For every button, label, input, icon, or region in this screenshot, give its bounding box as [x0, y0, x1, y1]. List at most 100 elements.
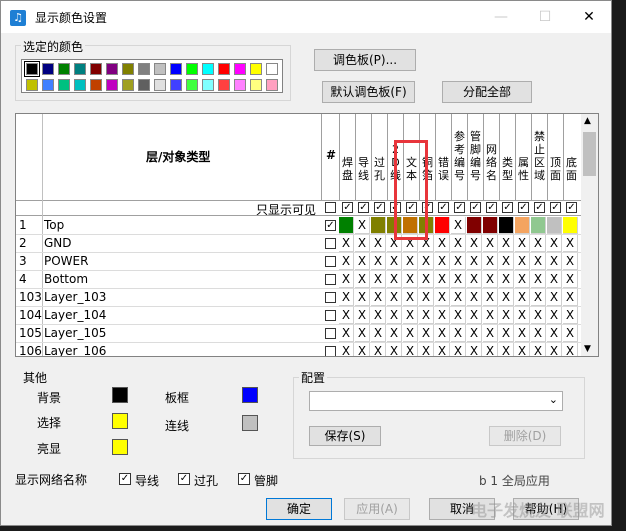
color-cell[interactable]: X	[435, 343, 450, 356]
palette-swatch[interactable]	[74, 79, 86, 91]
palette-swatch[interactable]	[250, 79, 262, 91]
color-cell[interactable]: X	[435, 307, 450, 324]
color-cell[interactable]: X	[483, 235, 498, 252]
color-cell[interactable]: X	[355, 235, 370, 252]
color-cell[interactable]: X	[467, 271, 482, 288]
assign-all-button[interactable]: 分配全部	[442, 81, 532, 103]
vertical-scrollbar[interactable]: ▲ ▼	[581, 114, 598, 356]
visible-only-checkbox[interactable]	[325, 202, 336, 213]
color-cell[interactable]: X	[435, 253, 450, 270]
color-cell[interactable]: X	[371, 235, 386, 252]
palette-swatch[interactable]	[266, 63, 278, 75]
color-cell[interactable]	[531, 217, 546, 234]
layer-name[interactable]: Layer_103	[44, 290, 106, 304]
color-cell[interactable]: X	[531, 271, 546, 288]
layer-visible-checkbox[interactable]: ✓	[325, 220, 336, 231]
color-cell[interactable]: X	[403, 289, 418, 306]
column-visible-checkbox[interactable]: ✓	[486, 202, 497, 213]
color-cell[interactable]: X	[339, 325, 354, 342]
color-cell[interactable]: X	[435, 271, 450, 288]
color-cell[interactable]: X	[515, 343, 530, 356]
color-cell[interactable]: X	[339, 235, 354, 252]
color-cell[interactable]: X	[515, 307, 530, 324]
layer-name[interactable]: POWER	[44, 254, 88, 268]
color-cell[interactable]: X	[499, 307, 514, 324]
column-visible-checkbox[interactable]: ✓	[454, 202, 465, 213]
palette-swatch[interactable]	[170, 63, 182, 75]
color-cell[interactable]: X	[547, 307, 562, 324]
palette-swatch[interactable]	[138, 63, 150, 75]
color-cell[interactable]: X	[339, 343, 354, 356]
palette-swatch[interactable]	[106, 63, 118, 75]
color-cell[interactable]: X	[339, 289, 354, 306]
color-cell[interactable]	[515, 217, 530, 234]
palette-swatch[interactable]	[250, 63, 262, 75]
close-button[interactable]: ✕	[567, 5, 611, 29]
color-cell[interactable]: X	[451, 289, 466, 306]
color-cell[interactable]: X	[419, 343, 434, 356]
layer-name[interactable]: Layer_106	[44, 344, 106, 356]
board-frame-color-swatch[interactable]	[242, 387, 258, 403]
color-cell[interactable]: X	[387, 325, 402, 342]
color-cell[interactable]: X	[435, 325, 450, 342]
palette-swatch[interactable]	[58, 79, 70, 91]
color-cell[interactable]: X	[467, 289, 482, 306]
column-visible-checkbox[interactable]: ✓	[470, 202, 481, 213]
palette-swatch[interactable]	[170, 79, 182, 91]
layer-name[interactable]: Layer_105	[44, 326, 106, 340]
color-cell[interactable]: X	[467, 343, 482, 356]
color-cell[interactable]: X	[531, 235, 546, 252]
color-cell[interactable]: X	[451, 325, 466, 342]
color-cell[interactable]: X	[467, 307, 482, 324]
column-visible-checkbox[interactable]: ✓	[550, 202, 561, 213]
color-cell[interactable]: X	[403, 253, 418, 270]
color-cell[interactable]	[339, 217, 354, 234]
palette-swatch[interactable]	[24, 61, 40, 77]
palette-swatch[interactable]	[42, 79, 54, 91]
color-cell[interactable]: X	[483, 253, 498, 270]
color-cell[interactable]: X	[515, 325, 530, 342]
color-cell[interactable]: X	[403, 325, 418, 342]
palette-swatch[interactable]	[202, 79, 214, 91]
color-cell[interactable]: X	[355, 253, 370, 270]
color-cell[interactable]: X	[435, 235, 450, 252]
color-cell[interactable]: X	[387, 343, 402, 356]
color-cell[interactable]: X	[499, 343, 514, 356]
trace-checkbox[interactable]: ✓	[119, 473, 131, 485]
color-cell[interactable]: X	[355, 289, 370, 306]
color-cell[interactable]: X	[387, 307, 402, 324]
color-cell[interactable]: X	[515, 271, 530, 288]
palette-swatch[interactable]	[90, 63, 102, 75]
palette-button[interactable]: 调色板(P)...	[314, 49, 416, 71]
color-cell[interactable]: X	[499, 289, 514, 306]
color-cell[interactable]	[547, 217, 562, 234]
palette-swatch[interactable]	[122, 79, 134, 91]
color-cell[interactable]	[499, 217, 514, 234]
palette-swatch[interactable]	[58, 63, 70, 75]
layer-name[interactable]: GND	[44, 236, 72, 250]
color-cell[interactable]: X	[339, 307, 354, 324]
color-cell[interactable]: X	[371, 325, 386, 342]
color-cell[interactable]: X	[515, 235, 530, 252]
layer-visible-checkbox[interactable]	[325, 256, 336, 267]
color-cell[interactable]: X	[499, 271, 514, 288]
column-visible-checkbox[interactable]: ✓	[342, 202, 353, 213]
color-cell[interactable]: X	[419, 325, 434, 342]
color-cell[interactable]	[483, 217, 498, 234]
color-cell[interactable]: X	[371, 307, 386, 324]
color-cell[interactable]: X	[451, 343, 466, 356]
palette-swatch[interactable]	[122, 63, 134, 75]
color-cell[interactable]: X	[563, 343, 578, 356]
color-cell[interactable]: X	[531, 343, 546, 356]
color-cell[interactable]: X	[451, 217, 466, 234]
color-cell[interactable]: X	[339, 271, 354, 288]
color-cell[interactable]: X	[451, 307, 466, 324]
layer-name[interactable]: Layer_104	[44, 308, 106, 322]
palette-swatch[interactable]	[26, 79, 38, 91]
palette-swatch[interactable]	[186, 63, 198, 75]
color-cell[interactable]: X	[355, 343, 370, 356]
config-combobox[interactable]: ⌄	[309, 391, 563, 411]
pin-checkbox[interactable]: ✓	[238, 473, 250, 485]
color-cell[interactable]: X	[451, 271, 466, 288]
color-cell[interactable]: X	[419, 253, 434, 270]
